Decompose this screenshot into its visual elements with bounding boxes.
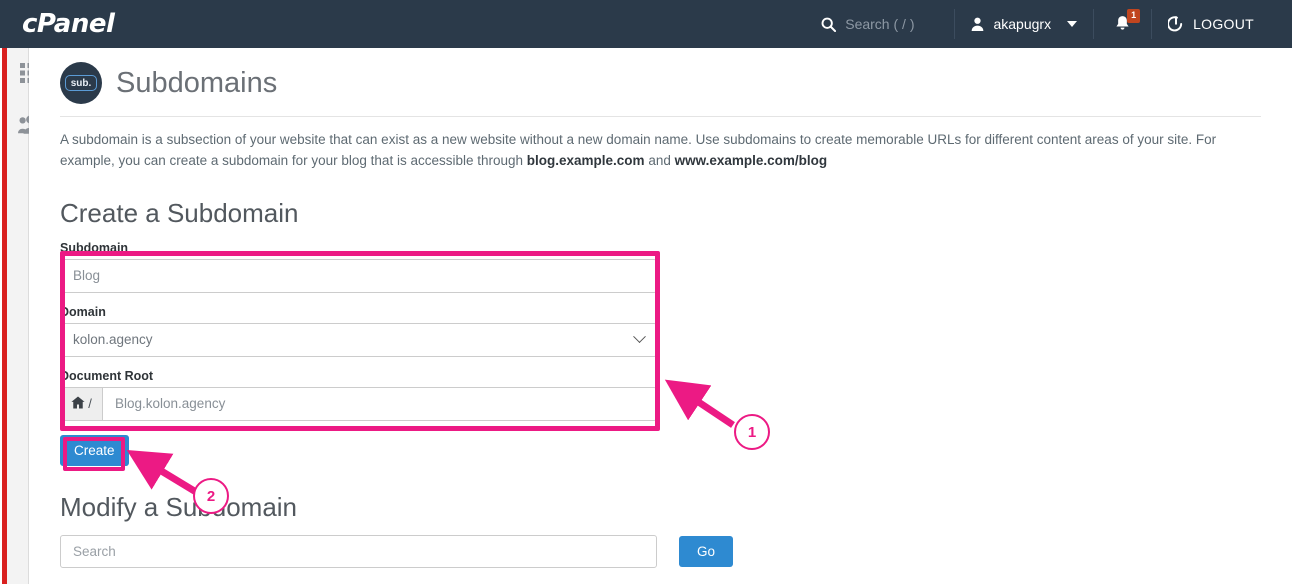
user-name-label: akapugrx <box>993 16 1052 32</box>
header-search[interactable]: Search ( / ) <box>799 0 954 48</box>
modify-section-heading: Modify a Subdomain <box>60 491 298 522</box>
main-content: sub. Subdomains A subdomain is a subsect… <box>29 48 1292 584</box>
page-title-row: sub. Subdomains <box>29 48 1292 104</box>
subdomain-field-label: Subdomain <box>60 240 129 255</box>
document-root-prefix: / <box>60 386 102 421</box>
domain-select[interactable]: kolon.agency <box>60 322 657 357</box>
logout-label: LOGOUT <box>1193 16 1254 32</box>
notification-badge: 1 <box>1127 9 1141 23</box>
description-example-url: www.example.com/blog <box>674 152 828 168</box>
top-header: cPanel Search ( / ) akapugrx 1 LOGOUT <box>0 0 1292 48</box>
document-root-input[interactable]: Blog.kolon.agency <box>102 386 657 421</box>
logout-button[interactable]: LOGOUT <box>1152 0 1292 48</box>
document-root-value: Blog.kolon.agency <box>115 396 226 412</box>
subdomains-icon: sub. <box>60 62 102 104</box>
search-placeholder-text: Search ( / ) <box>845 16 915 32</box>
description-text-mid: and <box>644 152 675 168</box>
user-menu[interactable]: akapugrx <box>955 0 1093 48</box>
document-root-input-group: / Blog.kolon.agency <box>60 386 657 421</box>
user-icon <box>971 17 984 31</box>
search-icon <box>821 17 837 32</box>
domain-field-label: Domain <box>60 304 106 319</box>
document-root-slash: / <box>88 396 92 412</box>
go-button[interactable]: Go <box>679 535 734 567</box>
page-title: Subdomains <box>116 66 278 99</box>
modify-search-placeholder: Search <box>73 543 116 559</box>
chevron-down-icon <box>1067 21 1078 27</box>
header-right-group: Search ( / ) akapugrx 1 LOGOUT <box>799 0 1292 48</box>
subdomain-input[interactable]: Blog <box>60 258 657 293</box>
cpanel-subdomains-page: cPanel Search ( / ) akapugrx 1 LOGOUT su… <box>0 0 1292 584</box>
modify-search-row: Search Go <box>60 534 1292 568</box>
chevron-down-icon <box>633 330 646 344</box>
create-button[interactable]: Create <box>60 434 129 466</box>
notifications-button[interactable]: 1 <box>1094 0 1151 48</box>
subdomain-input-value: Blog <box>73 268 101 284</box>
subdomains-icon-label: sub. <box>64 75 98 91</box>
logout-icon <box>1168 16 1184 32</box>
document-root-field-label: Document Root <box>60 368 154 383</box>
domain-select-value: kolon.agency <box>73 332 153 348</box>
page-description: A subdomain is a subsection of your webs… <box>60 130 1261 172</box>
modify-search-input[interactable]: Search <box>60 534 657 568</box>
create-section-heading: Create a Subdomain <box>60 197 299 228</box>
cpanel-logo[interactable]: cPanel <box>22 9 115 39</box>
title-divider <box>60 116 1261 117</box>
home-icon <box>71 396 85 412</box>
description-example-domain: blog.example.com <box>526 152 645 168</box>
